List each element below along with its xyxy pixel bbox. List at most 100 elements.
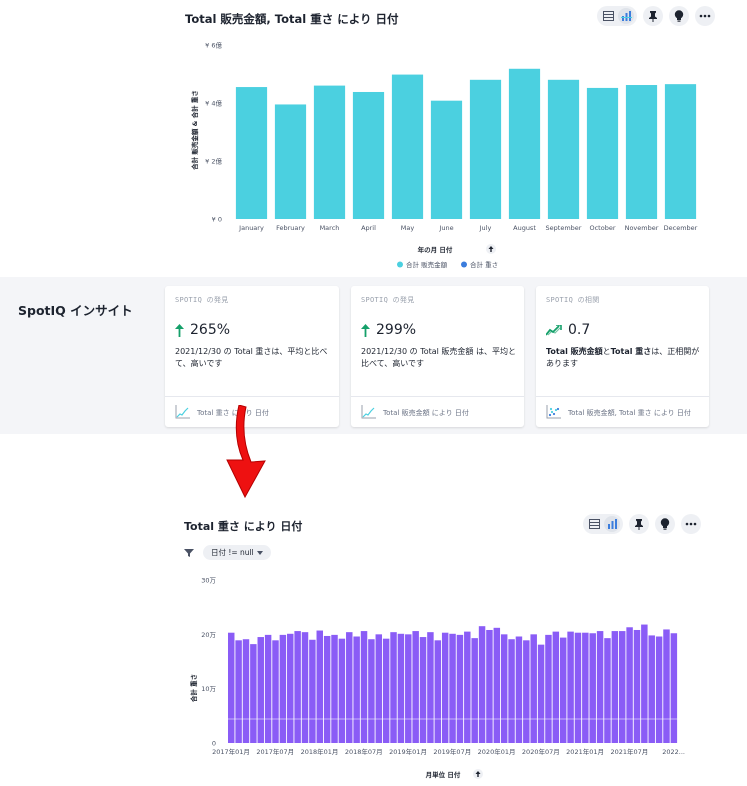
bar[interactable]: [589, 633, 596, 743]
bar[interactable]: [264, 634, 272, 743]
bar[interactable]: [272, 640, 279, 743]
bar-chart-icon[interactable]: [604, 516, 620, 532]
bar[interactable]: [412, 631, 419, 743]
bar[interactable]: [508, 639, 515, 743]
card-footer[interactable]: Total 販売金額 により 日付: [351, 396, 524, 428]
card-footer[interactable]: Total 販売金額, Total 重さ により 日付: [536, 396, 709, 428]
pin-icon[interactable]: [629, 514, 649, 534]
bar[interactable]: [547, 79, 580, 219]
bar[interactable]: [641, 624, 648, 743]
bar[interactable]: [434, 640, 442, 743]
bar[interactable]: [625, 85, 658, 219]
bar[interactable]: [663, 629, 670, 743]
spotiq-card-3[interactable]: SPOTIQ の相関 0.7 Total 販売金額とTotal 重さは、正相関が…: [536, 286, 709, 427]
bar[interactable]: [338, 638, 346, 743]
bar[interactable]: [427, 632, 434, 743]
bar[interactable]: [582, 632, 589, 743]
bar[interactable]: [559, 637, 567, 743]
bar[interactable]: [515, 636, 523, 743]
bar[interactable]: [530, 634, 537, 743]
bar[interactable]: [478, 626, 486, 743]
bar-chart-icon[interactable]: [618, 8, 634, 24]
bar[interactable]: [235, 87, 268, 219]
lightbulb-icon[interactable]: [655, 514, 675, 534]
bar[interactable]: [242, 639, 250, 743]
bar[interactable]: [567, 631, 574, 743]
bar[interactable]: [294, 631, 301, 743]
bar[interactable]: [670, 633, 678, 743]
bar[interactable]: [493, 627, 501, 743]
bar[interactable]: [469, 79, 502, 219]
bar[interactable]: [235, 640, 242, 743]
bar[interactable]: [611, 631, 619, 743]
bar[interactable]: [508, 68, 541, 219]
bar[interactable]: [574, 632, 582, 743]
bar[interactable]: [633, 629, 641, 743]
legend-label[interactable]: 合計 販売金額: [406, 260, 448, 269]
more-icon[interactable]: [681, 514, 701, 534]
bar[interactable]: [486, 629, 493, 743]
bar[interactable]: [313, 85, 346, 219]
bar[interactable]: [250, 644, 257, 743]
table-icon[interactable]: [586, 516, 602, 532]
bar[interactable]: [353, 636, 360, 743]
red-arrow-annotation: [226, 405, 266, 499]
view-toggle[interactable]: [597, 6, 637, 26]
bar[interactable]: [391, 74, 424, 219]
view-toggle[interactable]: [583, 514, 623, 534]
y-tick-label: 0: [212, 740, 216, 748]
bar[interactable]: [397, 633, 405, 743]
top-sort-button[interactable]: [486, 244, 496, 254]
bottom-sort-button[interactable]: [473, 769, 483, 779]
bar[interactable]: [346, 632, 353, 743]
table-icon[interactable]: [600, 8, 616, 24]
filter-icon[interactable]: [184, 548, 194, 558]
bar[interactable]: [316, 630, 324, 743]
bar[interactable]: [279, 634, 287, 743]
bar[interactable]: [430, 100, 463, 219]
bar[interactable]: [500, 634, 508, 743]
legend-label[interactable]: 合計 重さ: [470, 260, 498, 269]
x-tick-label: January: [238, 224, 264, 232]
bar[interactable]: [537, 644, 545, 743]
bar[interactable]: [375, 634, 383, 743]
bar[interactable]: [257, 637, 264, 743]
bar[interactable]: [664, 84, 697, 220]
spotiq-card-2[interactable]: SPOTIQ の発見 299% 2021/12/30 の Total 販売金額 …: [351, 286, 524, 427]
bar[interactable]: [323, 635, 331, 743]
bar[interactable]: [464, 631, 471, 743]
bar[interactable]: [545, 634, 552, 743]
bar[interactable]: [596, 631, 604, 743]
lightbulb-icon[interactable]: [669, 6, 689, 26]
bar[interactable]: [419, 637, 427, 743]
bar[interactable]: [648, 635, 655, 743]
bar[interactable]: [586, 87, 619, 219]
bar[interactable]: [360, 631, 368, 743]
x-tick-label: February: [276, 224, 305, 232]
bar[interactable]: [626, 627, 633, 743]
filter-chip[interactable]: 日付 != null: [203, 545, 271, 560]
bar[interactable]: [301, 632, 309, 743]
bar[interactable]: [405, 634, 412, 743]
bar[interactable]: [552, 631, 560, 743]
bar[interactable]: [618, 631, 626, 743]
bar[interactable]: [274, 104, 307, 219]
bar[interactable]: [449, 633, 456, 743]
bar[interactable]: [368, 639, 375, 743]
bar[interactable]: [523, 640, 530, 743]
bar[interactable]: [352, 91, 385, 219]
pin-icon[interactable]: [643, 6, 663, 26]
more-icon[interactable]: [695, 6, 715, 26]
bar[interactable]: [331, 634, 338, 743]
bar[interactable]: [456, 634, 464, 743]
bar[interactable]: [287, 633, 294, 743]
bar[interactable]: [471, 638, 478, 743]
bar[interactable]: [604, 638, 611, 743]
bar[interactable]: [382, 638, 390, 743]
bar[interactable]: [228, 632, 235, 743]
bar[interactable]: [655, 636, 663, 743]
bar[interactable]: [309, 639, 316, 743]
x-tick-label: October: [589, 224, 615, 232]
bar[interactable]: [441, 632, 449, 743]
bar[interactable]: [390, 632, 397, 743]
